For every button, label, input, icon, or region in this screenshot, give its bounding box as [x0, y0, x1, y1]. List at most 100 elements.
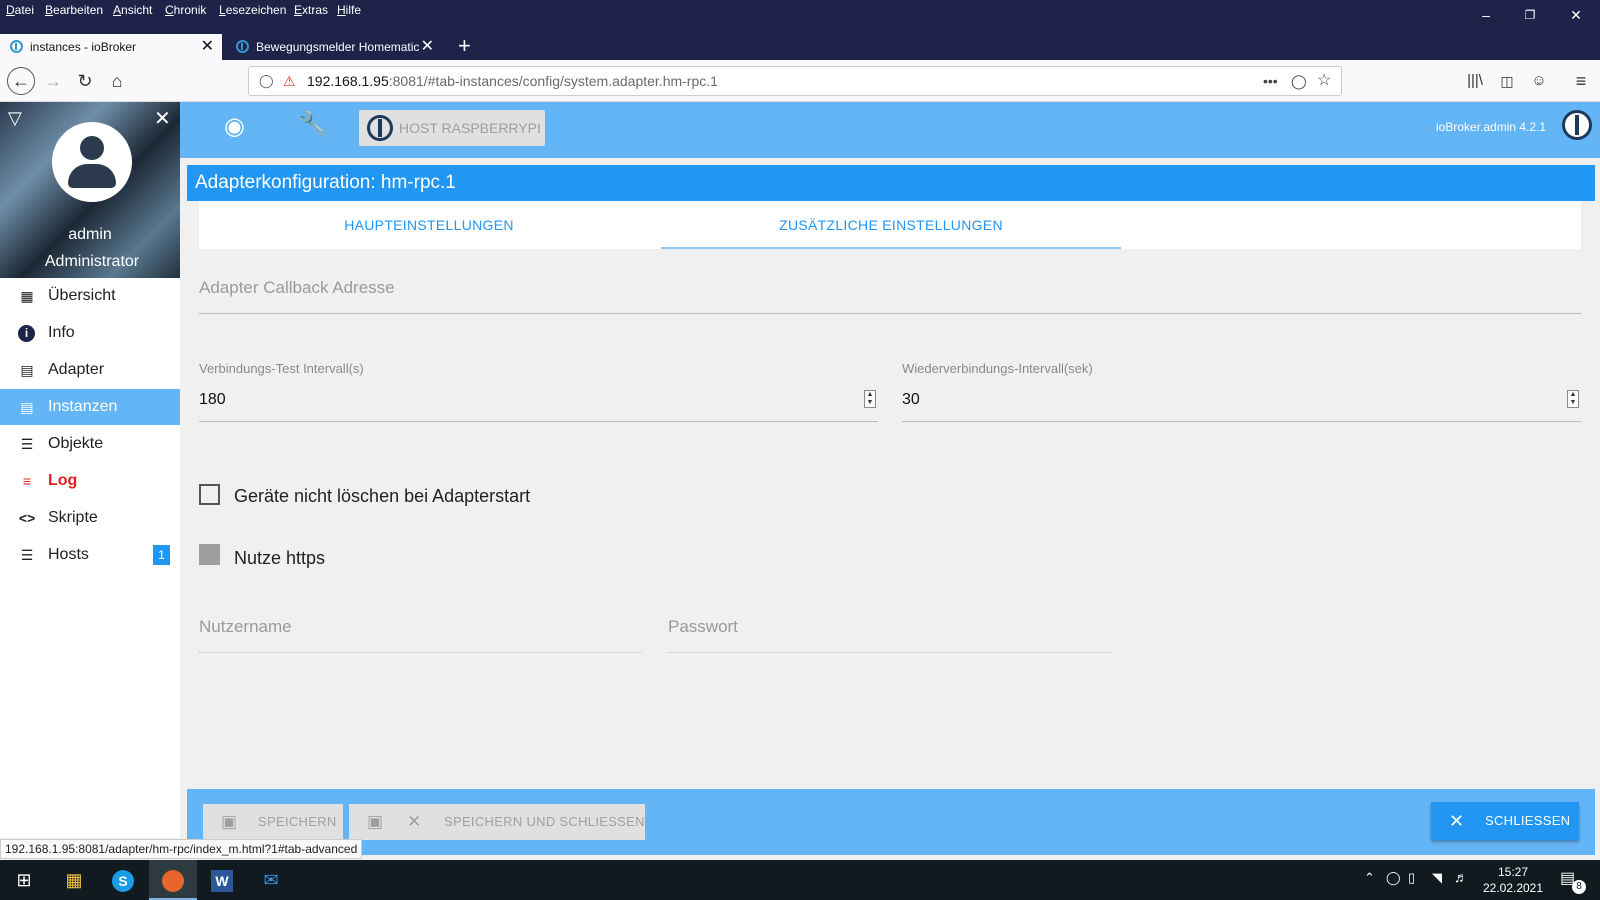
- callback-address-input[interactable]: [199, 313, 1581, 314]
- tray-device-icon[interactable]: ◯: [1386, 870, 1401, 886]
- save-button-label: SPEICHERN: [258, 814, 337, 829]
- save-button[interactable]: ▣ SPEICHERN: [203, 804, 343, 840]
- password-input[interactable]: [668, 652, 1111, 653]
- wrench-icon[interactable]: 🔧: [298, 110, 328, 139]
- username-input[interactable]: [199, 652, 642, 653]
- back-icon[interactable]: ←: [7, 67, 35, 95]
- shield-icon[interactable]: ◯: [259, 67, 274, 95]
- code-icon: <>: [18, 510, 36, 526]
- check-interval-stepper[interactable]: ▲ ▼: [864, 390, 876, 408]
- home-icon[interactable]: ⌂: [104, 68, 130, 94]
- battery-icon[interactable]: ▯: [1408, 870, 1415, 886]
- app-header: ◉ 🔧 HOST RASPBERRYPI ioBroker.admin 4.2.…: [180, 102, 1600, 158]
- forward-icon[interactable]: →: [40, 68, 66, 94]
- tab-close-icon[interactable]: ✕: [421, 34, 434, 60]
- sidebar: ▦ Übersicht i Info ▤ Adapter ▤ Instanzen…: [0, 278, 180, 838]
- sidebar-item-label: Skripte: [48, 509, 98, 526]
- close-button-label: SCHLIESSEN: [1485, 813, 1571, 828]
- admin-version: ioBroker.admin 4.2.1: [1436, 120, 1547, 134]
- config-tabs: HAUPTEINSTELLUNGEN ZUSÄTZLICHE EINSTELLU…: [199, 201, 1581, 249]
- account-icon[interactable]: ☺: [1526, 68, 1552, 94]
- sidebar-item-adapter[interactable]: ▤ Adapter: [0, 352, 180, 388]
- tab-zusaetzliche-einstellungen[interactable]: ZUSÄTZLICHE EINSTELLUNGEN: [661, 201, 1121, 249]
- sidebar-item-label: Instanzen: [48, 398, 118, 415]
- url-host: 192.168.1.95: [307, 73, 389, 89]
- sidebar-item-label: Übersicht: [48, 287, 116, 304]
- tab-title: Bewegungsmelder Homematic: [256, 40, 420, 54]
- bookmark-star-icon[interactable]: ☆: [1317, 67, 1331, 95]
- sidebar-item-label: Adapter: [48, 361, 105, 378]
- user-panel: ▽ ✕ admin Administrator: [0, 102, 180, 278]
- windows-start-icon[interactable]: ⊞: [0, 860, 48, 900]
- sidebar-item-hosts[interactable]: ☰ Hosts 1: [0, 537, 180, 573]
- browser-tab-bewegungsmelder[interactable]: Bewegungsmelder Homematic ✕: [226, 34, 442, 60]
- minimize-icon[interactable]: –: [1466, 4, 1506, 26]
- sidebar-item-info[interactable]: i Info: [0, 315, 180, 351]
- collapse-triangle-icon[interactable]: ▽: [8, 108, 22, 129]
- sidebar-item-log[interactable]: ≡ Log: [0, 463, 180, 499]
- tray-chevron-icon[interactable]: ⌃: [1364, 870, 1375, 886]
- browser-tabbar: instances - ioBroker ✕ Bewegungsmelder H…: [0, 34, 1600, 60]
- check-interval-input[interactable]: 180: [199, 391, 226, 409]
- sidebar-item-instanzen[interactable]: ▤ Instanzen: [0, 389, 180, 425]
- use-https-checkbox[interactable]: [199, 544, 220, 565]
- save-close-button-label: SPEICHERN UND SCHLIESSEN: [444, 814, 645, 829]
- browser-tab-instances[interactable]: instances - ioBroker ✕: [0, 34, 222, 60]
- new-tab-icon[interactable]: +: [458, 34, 471, 58]
- sidebar-toggle-icon[interactable]: ◫: [1494, 68, 1520, 94]
- hosts-icon: ☰: [20, 547, 34, 563]
- save-close-button[interactable]: ▣ ✕ SPEICHERN UND SCHLIESSEN: [349, 804, 645, 840]
- dont-delete-label: Geräte nicht löschen bei Adapterstart: [234, 486, 531, 506]
- restore-icon[interactable]: ❐: [1510, 4, 1550, 26]
- menu-extras[interactable]: Extras: [294, 3, 328, 17]
- close-button[interactable]: ✕ SCHLIESSEN: [1431, 802, 1579, 840]
- hosts-badge: 1: [153, 545, 170, 565]
- sidebar-item-label: Log: [48, 472, 78, 489]
- menu-hilfe[interactable]: Hilfe: [337, 3, 361, 17]
- eye-icon[interactable]: ◉: [224, 112, 245, 141]
- wifi-icon[interactable]: ◥: [1432, 870, 1442, 886]
- sidebar-item-label: Objekte: [48, 435, 104, 452]
- insecure-lock-icon[interactable]: ⚠: [283, 67, 296, 95]
- check-interval-underline: [199, 421, 878, 422]
- browser-navbar: ← → ↻ ⌂ ◯ ⚠ 192.168.1.95:8081/#tab-insta…: [0, 60, 1600, 102]
- mail-icon[interactable]: ✉: [247, 860, 295, 900]
- library-icon[interactable]: |||\: [1462, 68, 1488, 94]
- floppy-disk-icon: ▣: [221, 812, 238, 831]
- close-sidebar-icon[interactable]: ✕: [154, 106, 171, 131]
- tab-haupteinstellungen[interactable]: HAUPTEINSTELLUNGEN: [199, 201, 659, 249]
- use-https-label: Nutze https: [234, 548, 326, 568]
- sidebar-item-objekte[interactable]: ☰ Objekte: [0, 426, 180, 462]
- windows-taskbar: ⊞ ▦ S W ✉ ⌃ ◯ ▯ ◥ ♬ ▤ 8: [0, 860, 1600, 900]
- menu-datei[interactable]: Datei: [6, 3, 34, 17]
- hamburger-menu-icon[interactable]: ≡: [1568, 68, 1594, 94]
- notifications-count: 8: [1572, 880, 1586, 894]
- reload-icon[interactable]: ↻: [72, 68, 98, 94]
- menu-lesezeichen[interactable]: Lesezeichen: [219, 3, 286, 17]
- firefox-icon[interactable]: [149, 860, 197, 900]
- tab-title: instances - ioBroker: [30, 40, 137, 54]
- url-bar[interactable]: ◯ ⚠ 192.168.1.95:8081/#tab-instances/con…: [248, 66, 1342, 96]
- iobroker-favicon-icon: [236, 40, 249, 53]
- reconnect-interval-stepper[interactable]: ▲ ▼: [1567, 390, 1579, 408]
- tab-close-icon[interactable]: ✕: [201, 34, 214, 60]
- menu-chronik[interactable]: Chronik: [165, 3, 206, 17]
- host-button[interactable]: HOST RASPBERRYPI: [359, 110, 545, 146]
- menu-bearbeiten[interactable]: Bearbeiten: [45, 3, 103, 17]
- dont-delete-checkbox[interactable]: [199, 484, 220, 505]
- taskbar-clock[interactable]: 15:27 22.02.2021: [1478, 864, 1548, 896]
- pocket-icon[interactable]: ◯: [1291, 67, 1307, 95]
- page-title: Adapterkonfiguration: hm-rpc.1: [187, 165, 1595, 201]
- volume-icon[interactable]: ♬: [1454, 869, 1468, 885]
- reconnect-interval-input[interactable]: 30: [902, 391, 920, 409]
- sidebar-item-uebersicht[interactable]: ▦ Übersicht: [0, 278, 180, 314]
- window-close-icon[interactable]: ✕: [1556, 4, 1596, 26]
- skype-icon[interactable]: S: [99, 860, 147, 900]
- more-icon[interactable]: •••: [1263, 67, 1278, 95]
- sidebar-item-skripte[interactable]: <> Skripte: [0, 500, 180, 536]
- callback-address-label: Adapter Callback Adresse: [199, 278, 395, 297]
- status-url: 192.168.1.95:8081/adapter/hm-rpc/index_m…: [0, 839, 363, 859]
- file-explorer-icon[interactable]: ▦: [50, 860, 98, 900]
- menu-ansicht[interactable]: Ansicht: [113, 3, 152, 17]
- word-icon[interactable]: W: [198, 860, 246, 900]
